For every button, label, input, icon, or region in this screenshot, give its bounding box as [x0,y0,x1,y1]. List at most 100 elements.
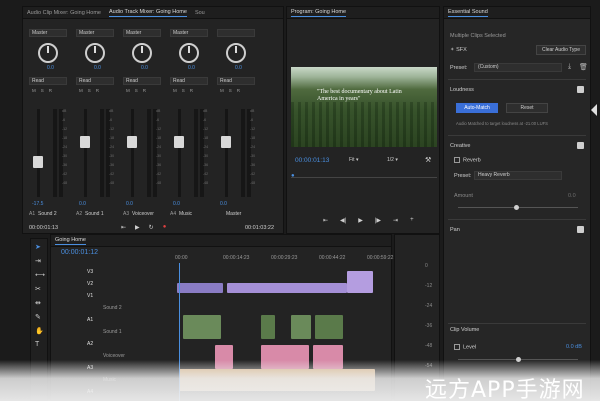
playhead-icon[interactable]: ● [291,173,295,179]
creative-checkbox[interactable] [577,142,584,149]
tab-audio-clip-mixer[interactable]: Audio Clip Mixer: Going Home [27,10,101,16]
reverb-option[interactable]: Reverb [454,157,481,163]
pan-knob-icon[interactable] [179,43,199,63]
transport-controls: ⇤ ◀| ▶ |▶ ⇥ + [323,217,414,224]
wrench-icon[interactable]: ⚒ [425,156,431,164]
divider [448,219,586,220]
record-icon[interactable]: ● [163,224,167,231]
fader-handle[interactable] [127,136,137,149]
clip[interactable] [347,271,373,293]
fader-handle[interactable] [80,136,90,149]
clear-audio-type-button[interactable]: Clear Audio Type [536,45,586,55]
record-button[interactable]: R [190,88,193,93]
fader-handle[interactable] [221,136,231,149]
pan-knob-icon[interactable] [38,43,58,63]
tab-sequence[interactable]: Going Home [55,237,86,245]
mute-button[interactable]: M [220,88,224,93]
fader-handle[interactable] [174,136,184,149]
solo-button[interactable]: S [41,88,44,93]
meter-scale: dB -6 -12 -18 -24 -30 -36 -42 -48 [250,109,256,185]
clip-thumbnail[interactable] [315,315,343,339]
routing-select[interactable]: Master [76,29,114,37]
mute-button[interactable]: M [79,88,83,93]
add-icon[interactable]: + [410,217,414,224]
play-icon[interactable]: ▶ [135,224,140,231]
solo-button[interactable]: S [135,88,138,93]
pan-knob-icon[interactable] [85,43,105,63]
preset-select[interactable]: (Custom) [474,63,562,72]
mute-button[interactable]: M [32,88,36,93]
tab-audio-track-mixer[interactable]: Audio Track Mixer: Going Home [108,9,187,17]
clip-thumbnail[interactable] [261,315,275,339]
type-icon[interactable]: T [35,341,39,348]
automation-select[interactable]: Read [170,77,208,85]
automation-select[interactable]: Read [123,77,161,85]
auto-match-button[interactable]: Auto-Match [456,103,498,113]
fader-handle[interactable] [33,155,43,168]
volume-fader[interactable] [225,109,228,197]
clip[interactable] [227,283,347,293]
solo-button[interactable]: S [88,88,91,93]
mixer-time-left: 00:00:01:13 [29,225,59,231]
program-timecode[interactable]: 00:00:01:13 [295,157,329,164]
volume-fader[interactable] [37,109,40,197]
record-button[interactable]: R [143,88,146,93]
record-button[interactable]: R [96,88,99,93]
pan-knob-icon[interactable] [132,43,152,63]
routing-select[interactable] [217,29,255,37]
routing-select[interactable]: Master [170,29,208,37]
razor-icon[interactable]: ✂ [35,285,41,293]
slip-icon[interactable]: ⇹ [35,299,41,307]
pan-knob-icon[interactable] [226,43,246,63]
level-option[interactable]: Level [454,344,476,350]
automation-select[interactable]: Read [29,77,67,85]
save-preset-icon[interactable]: ⤓ [568,63,571,71]
track-select-icon[interactable]: ⇥ [35,257,41,265]
solo-button[interactable]: S [229,88,232,93]
routing-select[interactable]: Master [123,29,161,37]
volume-fader[interactable] [84,109,87,197]
tab-source[interactable]: Sou [195,10,205,16]
clip-thumbnail[interactable] [291,315,311,339]
tab-program[interactable]: Program: Going Home [291,9,347,17]
volume-fader[interactable] [131,109,134,197]
selection-tool-icon[interactable]: ➤ [35,243,41,251]
routing-select[interactable]: Master [29,29,67,37]
step-back-icon[interactable]: ⇤ [121,224,126,231]
reverb-preset-select[interactable]: Heavy Reverb [474,171,562,180]
solo-button[interactable]: S [182,88,185,93]
loop-icon[interactable]: ↻ [149,224,154,231]
record-button[interactable]: R [237,88,240,93]
volume-fader[interactable] [178,109,181,197]
track-name: V2 [87,281,94,287]
mark-out-icon[interactable]: ⇥ [393,217,398,224]
automation-select[interactable]: Read [217,77,255,85]
mark-in-icon[interactable]: ⇤ [323,217,328,224]
clip[interactable] [177,283,223,293]
pan-checkbox[interactable] [577,226,584,233]
reverb-checkbox[interactable] [454,157,460,163]
tab-essential-sound[interactable]: Essential Sound [448,9,488,17]
automation-select[interactable]: Read [76,77,114,85]
timeline-timecode[interactable]: 00:00:01:12 [61,249,98,256]
hand-icon[interactable]: ✋ [35,327,44,335]
zoom-select[interactable]: Fit ▾ [349,157,358,163]
delete-preset-icon[interactable]: 🗑 [579,63,588,71]
clip-thumbnail[interactable] [183,315,221,339]
play-icon[interactable]: ▶ [358,217,363,224]
mute-button[interactable]: M [126,88,130,93]
reset-button[interactable]: Reset [506,103,548,113]
program-video-frame[interactable]: "The best documentary about Latin Americ… [291,67,437,147]
mute-button[interactable]: M [173,88,177,93]
panel-resize-handle[interactable] [591,104,597,116]
amount-slider-handle[interactable] [514,205,519,210]
program-scrubber[interactable] [291,177,437,178]
resolution-select[interactable]: 1/2 ▾ [387,157,398,163]
step-back-icon[interactable]: ◀| [340,217,346,224]
loudness-checkbox[interactable] [577,86,584,93]
record-button[interactable]: R [49,88,52,93]
step-forward-icon[interactable]: |▶ [375,217,381,224]
ripple-edit-icon[interactable]: ⟷ [35,271,45,279]
level-checkbox[interactable] [454,344,460,350]
pen-icon[interactable]: ✎ [35,313,41,321]
